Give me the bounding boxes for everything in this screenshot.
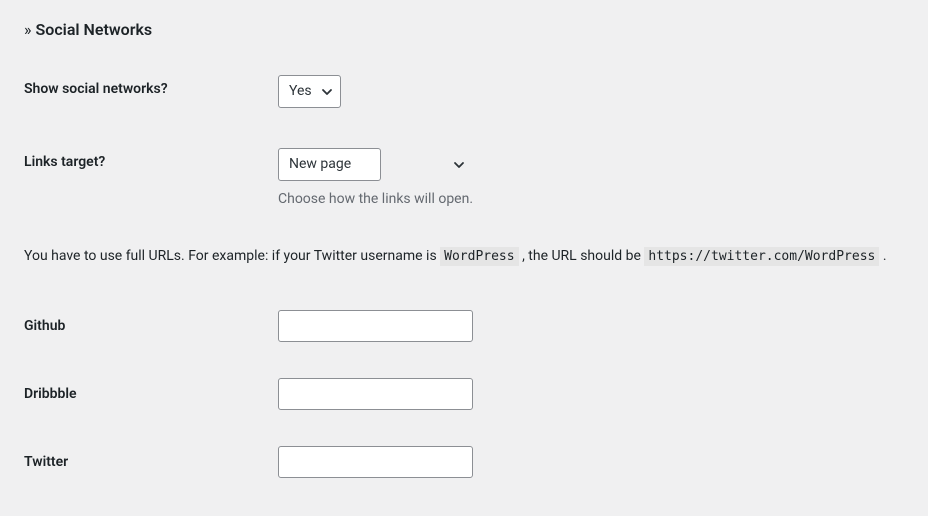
desc-suffix: . <box>879 248 886 264</box>
twitter-label: Twitter <box>24 454 278 470</box>
desc-prefix: You have to use full URLs. For example: … <box>24 248 440 264</box>
dribbble-input[interactable] <box>278 378 473 410</box>
desc-code-url: https://twitter.com/WordPress <box>644 247 879 266</box>
show-social-row: Show social networks? Yes <box>24 75 904 108</box>
section-heading: »Social Networks <box>24 20 904 39</box>
links-target-hint: Choose how the links will open. <box>278 191 473 207</box>
twitter-input[interactable] <box>278 446 473 478</box>
chevron-down-icon <box>453 159 465 171</box>
links-target-label: Links target? <box>24 148 278 170</box>
section-title: Social Networks <box>36 20 153 39</box>
show-social-select[interactable]: Yes <box>278 75 341 108</box>
twitter-row: Twitter <box>24 446 904 478</box>
url-description: You have to use full URLs. For example: … <box>24 245 904 268</box>
github-row: Github <box>24 310 904 342</box>
links-target-select[interactable]: New page <box>278 148 381 181</box>
chevron-icon: » <box>24 20 32 39</box>
github-label: Github <box>24 318 278 334</box>
desc-middle: , the URL should be <box>519 248 645 264</box>
dribbble-label: Dribbble <box>24 386 278 402</box>
github-input[interactable] <box>278 310 473 342</box>
desc-code-username: WordPress <box>440 247 518 266</box>
show-social-label: Show social networks? <box>24 75 278 97</box>
links-target-row: Links target? New page Choose how the li… <box>24 148 904 207</box>
dribbble-row: Dribbble <box>24 378 904 410</box>
